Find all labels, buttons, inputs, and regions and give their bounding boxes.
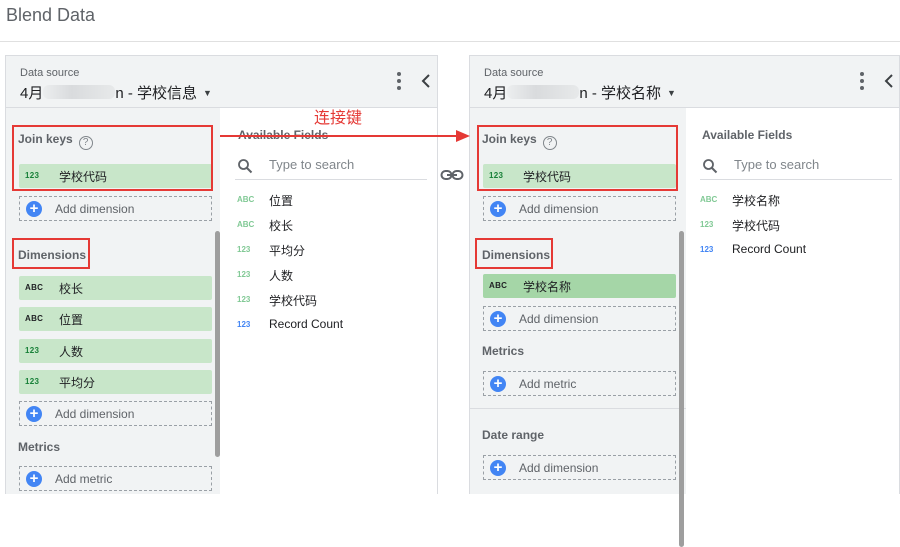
text-type-icon: ABC bbox=[489, 281, 508, 290]
plus-icon: + bbox=[26, 201, 42, 217]
available-fields-column: Available Fields ABC 位置 ABC 校长 123 平均分 1… bbox=[220, 108, 437, 494]
plus-icon: + bbox=[26, 471, 42, 487]
field-search bbox=[700, 154, 892, 180]
dimension-chip[interactable]: 123 人数 bbox=[19, 339, 212, 363]
number-type-icon: 123 bbox=[700, 220, 714, 229]
number-type-icon: 123 bbox=[237, 295, 251, 304]
search-input[interactable] bbox=[734, 157, 884, 172]
search-icon bbox=[238, 159, 253, 174]
scrollbar[interactable] bbox=[679, 231, 684, 547]
more-options-icon[interactable] bbox=[859, 72, 865, 92]
chevron-left-icon[interactable] bbox=[418, 70, 434, 92]
annotation-box-right-dimensions bbox=[475, 238, 553, 269]
number-type-icon: 123 bbox=[237, 245, 251, 254]
annotation-arrow bbox=[220, 130, 470, 142]
add-dimension-button[interactable]: + Add dimension bbox=[483, 306, 676, 331]
add-dimension-button[interactable]: + Add dimension bbox=[19, 401, 212, 426]
date-range-label: Date range bbox=[482, 428, 545, 442]
divider bbox=[470, 408, 686, 409]
text-type-icon: ABC bbox=[237, 220, 255, 229]
annotation-box-left-dimensions bbox=[12, 238, 90, 269]
dimension-chip[interactable]: ABC 校长 bbox=[19, 276, 212, 300]
metrics-label: Metrics bbox=[482, 344, 525, 358]
redacted-blur bbox=[507, 85, 580, 99]
dropdown-caret-icon: ▼ bbox=[203, 88, 212, 98]
annotation-label: 连接键 bbox=[314, 110, 363, 127]
data-source-label: Data source bbox=[484, 67, 544, 79]
add-metric-button[interactable]: + Add metric bbox=[19, 466, 212, 491]
add-metric-button[interactable]: + Add metric bbox=[483, 371, 676, 396]
data-source-selector[interactable]: 4月 n - 学校名称 ▼ bbox=[484, 82, 676, 103]
panel-header: Data source 4月 n - 学校信息 ▼ bbox=[6, 56, 437, 108]
redacted-blur bbox=[43, 85, 116, 99]
link-icon bbox=[440, 170, 464, 180]
dimension-chip[interactable]: ABC 位置 bbox=[19, 307, 212, 331]
add-date-dimension-button[interactable]: + Add dimension bbox=[483, 455, 676, 480]
number-type-icon: 123 bbox=[25, 346, 40, 355]
plus-icon: + bbox=[490, 376, 506, 392]
plus-icon: + bbox=[26, 406, 42, 422]
text-type-icon: ABC bbox=[237, 195, 255, 204]
plus-icon: + bbox=[490, 311, 506, 327]
text-type-icon: ABC bbox=[25, 283, 44, 292]
more-options-icon[interactable] bbox=[396, 72, 402, 92]
chevron-left-icon[interactable] bbox=[881, 70, 897, 92]
metric-type-icon: 123 bbox=[700, 245, 714, 254]
data-source-selector[interactable]: 4月 n - 学校信息 ▼ bbox=[20, 82, 212, 103]
text-type-icon: ABC bbox=[25, 314, 44, 323]
text-type-icon: ABC bbox=[700, 195, 718, 204]
data-source-label: Data source bbox=[20, 67, 80, 79]
annotation-box-right-join-keys bbox=[477, 125, 678, 191]
search-input[interactable] bbox=[269, 157, 419, 172]
available-fields-column: Available Fields ABC 学校名称 123 学校代码 123 R… bbox=[686, 108, 899, 494]
plus-icon: + bbox=[490, 201, 506, 217]
number-type-icon: 123 bbox=[25, 377, 40, 386]
dimension-chip[interactable]: 123 平均分 bbox=[19, 370, 212, 394]
dimension-chip[interactable]: ABC 学校名称 bbox=[483, 274, 676, 298]
metrics-label: Metrics bbox=[18, 440, 61, 454]
plus-icon: + bbox=[490, 460, 506, 476]
left-data-source-panel: Data source 4月 n - 学校信息 ▼ Join keys? 123 学… bbox=[5, 55, 438, 494]
add-join-dimension-button[interactable]: + Add dimension bbox=[483, 196, 676, 221]
metric-type-icon: 123 bbox=[237, 320, 251, 329]
top-bar: Blend Data bbox=[0, 0, 900, 42]
available-fields-label: Available Fields bbox=[702, 128, 793, 142]
search-icon bbox=[703, 159, 718, 174]
field-search bbox=[235, 154, 427, 180]
number-type-icon: 123 bbox=[237, 270, 251, 279]
annotation-box-left-join-keys bbox=[12, 125, 213, 191]
dropdown-caret-icon: ▼ bbox=[667, 88, 676, 98]
right-data-source-panel: Data source 4月 n - 学校名称 ▼ Join keys? 123 学… bbox=[469, 55, 900, 547]
page-title: Blend Data bbox=[6, 5, 96, 25]
panel-header: Data source 4月 n - 学校名称 ▼ bbox=[470, 56, 899, 108]
add-join-dimension-button[interactable]: + Add dimension bbox=[19, 196, 212, 221]
